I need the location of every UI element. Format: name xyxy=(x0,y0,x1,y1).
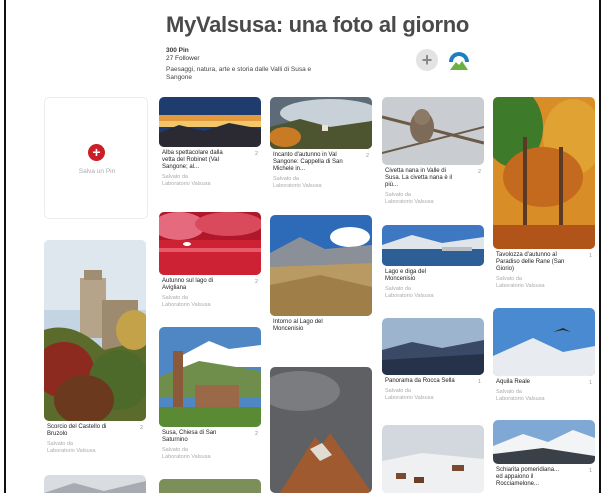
board-owner-avatar[interactable] xyxy=(446,48,472,74)
pin-card[interactable]: Autunno sul lago di Avigliana 2 Salvato … xyxy=(159,212,261,308)
pin-image[interactable] xyxy=(493,420,595,464)
pin-card[interactable]: Susa, Chiesa di San Saturnino 2 Salvato … xyxy=(159,327,261,460)
pin-source: Salvato da Laboratorio Valsusa xyxy=(162,447,211,460)
mountain-logo-icon xyxy=(446,48,472,74)
pin-card[interactable]: Lago e diga del Moncenisio Salvato da Lab… xyxy=(382,225,484,299)
pin-image[interactable] xyxy=(270,367,372,493)
repin-count: 1 xyxy=(588,380,592,386)
pin-card[interactable]: Incanto d'autunno in Val Sangone: Cappel… xyxy=(270,97,372,189)
pin-image[interactable] xyxy=(382,318,484,375)
repin-count: 2 xyxy=(139,425,143,431)
pin-image[interactable] xyxy=(270,215,372,316)
repin-count: 2 xyxy=(254,431,258,437)
pin-image[interactable] xyxy=(493,97,595,249)
pins-count[interactable]: 300 Pin xyxy=(166,47,189,54)
pin-card[interactable]: Alba spettacolare dalla vetta del Robine… xyxy=(159,97,261,187)
pin-card[interactable]: Schiarita pomeridiana... ed appaiono il … xyxy=(493,420,595,488)
board-page: MyValsusa: una foto al giorno 300 Pin 27… xyxy=(4,0,601,493)
pin-source: Salvato da Laboratorio Valsusa xyxy=(47,441,96,454)
pin-source: Salvato da Laboratorio Valsusa xyxy=(496,276,545,289)
pin-title: Scorcio del Castello di Bruzolo xyxy=(47,424,107,437)
board-title: MyValsusa: una foto al giorno xyxy=(166,12,470,37)
pin-image[interactable] xyxy=(382,225,484,266)
pin-image[interactable] xyxy=(159,327,261,427)
pin-source: Salvato da Laboratorio Valsusa xyxy=(162,174,211,187)
pin-title: Schiarita pomeridiana... ed appaiono il … xyxy=(496,467,560,487)
pin-title: Incanto d'autunno in Val Sangone: Cappel… xyxy=(273,152,343,172)
pin-card[interactable]: Intorno al Lago del Moncenisio xyxy=(270,215,372,333)
pin-title: Autunno sul lago di Avigliana xyxy=(162,278,214,291)
pin-card[interactable]: Aquila Reale 1 Salvato da Laboratorio Val… xyxy=(493,308,595,402)
pin-title: Susa, Chiesa di San Saturnino xyxy=(162,430,217,443)
board-description: Paesaggi, natura, arte e storia dalle Va… xyxy=(166,66,312,81)
pin-card[interactable] xyxy=(382,425,484,493)
pin-source: Salvato da Laboratorio Valsusa xyxy=(385,286,434,299)
plus-icon: + xyxy=(421,50,433,70)
pin-title: Intorno al Lago del Moncenisio xyxy=(273,319,323,332)
save-pin-card[interactable]: + Salva un Pin xyxy=(44,97,148,219)
repin-count: 2 xyxy=(365,153,369,159)
pin-source: Salvato da Laboratorio Valsusa xyxy=(385,192,434,205)
pin-card[interactable] xyxy=(159,479,261,493)
save-pin-label: Salva un Pin xyxy=(78,168,116,175)
pin-image[interactable] xyxy=(159,212,261,275)
repin-count: 2 xyxy=(477,169,481,175)
pin-card[interactable] xyxy=(44,475,146,493)
pin-image[interactable] xyxy=(382,425,484,493)
pin-image[interactable] xyxy=(270,97,372,149)
pin-card[interactable]: Civetta nana in Valle di Susa. La civett… xyxy=(382,97,484,205)
repin-count: 1 xyxy=(588,253,592,259)
pin-title: Civetta nana in Valle di Susa. La civett… xyxy=(385,168,453,188)
pin-title: Aquila Reale xyxy=(496,379,531,385)
pin-image[interactable] xyxy=(382,97,484,165)
pin-title: Panorama da Rocca Sella xyxy=(385,378,455,384)
pin-source: Salvato da Laboratorio Valsusa xyxy=(496,389,545,402)
pin-source: Salvato da Laboratorio Valsusa xyxy=(273,176,322,189)
add-icon: + xyxy=(88,144,105,161)
pin-title: Tavolozza d'autunno al Paradiso delle Ra… xyxy=(496,252,565,272)
pin-image[interactable] xyxy=(159,479,261,493)
pin-image[interactable] xyxy=(44,475,146,493)
board-stats: 300 Pin 27 Follower xyxy=(166,47,200,63)
pin-source: Salvato da Laboratorio Valsusa xyxy=(385,388,434,401)
pin-card[interactable]: Panorama da Rocca Sella 1 Salvato da Labo… xyxy=(382,318,484,401)
pin-card[interactable]: Scorcio del Castello di Bruzolo 2 Salvat… xyxy=(44,240,146,454)
pin-card[interactable]: Tavolozza d'autunno al Paradiso delle Ra… xyxy=(493,97,595,289)
repin-count: 1 xyxy=(588,468,592,474)
pin-image[interactable] xyxy=(44,240,146,421)
add-pin-button[interactable]: + xyxy=(416,49,438,71)
pin-image[interactable] xyxy=(159,97,261,147)
pin-title: Alba spettacolare dalla vetta del Robine… xyxy=(162,150,223,170)
pin-image[interactable] xyxy=(493,308,595,376)
pin-title: Lago e diga del Moncenisio xyxy=(385,269,427,282)
pin-card[interactable] xyxy=(270,367,372,493)
repin-count: 2 xyxy=(254,279,258,285)
followers-count[interactable]: 27 Follower xyxy=(166,55,200,63)
repin-count: 1 xyxy=(477,379,481,385)
repin-count: 2 xyxy=(254,151,258,157)
pin-source: Salvato da Laboratorio Valsusa xyxy=(162,295,211,308)
